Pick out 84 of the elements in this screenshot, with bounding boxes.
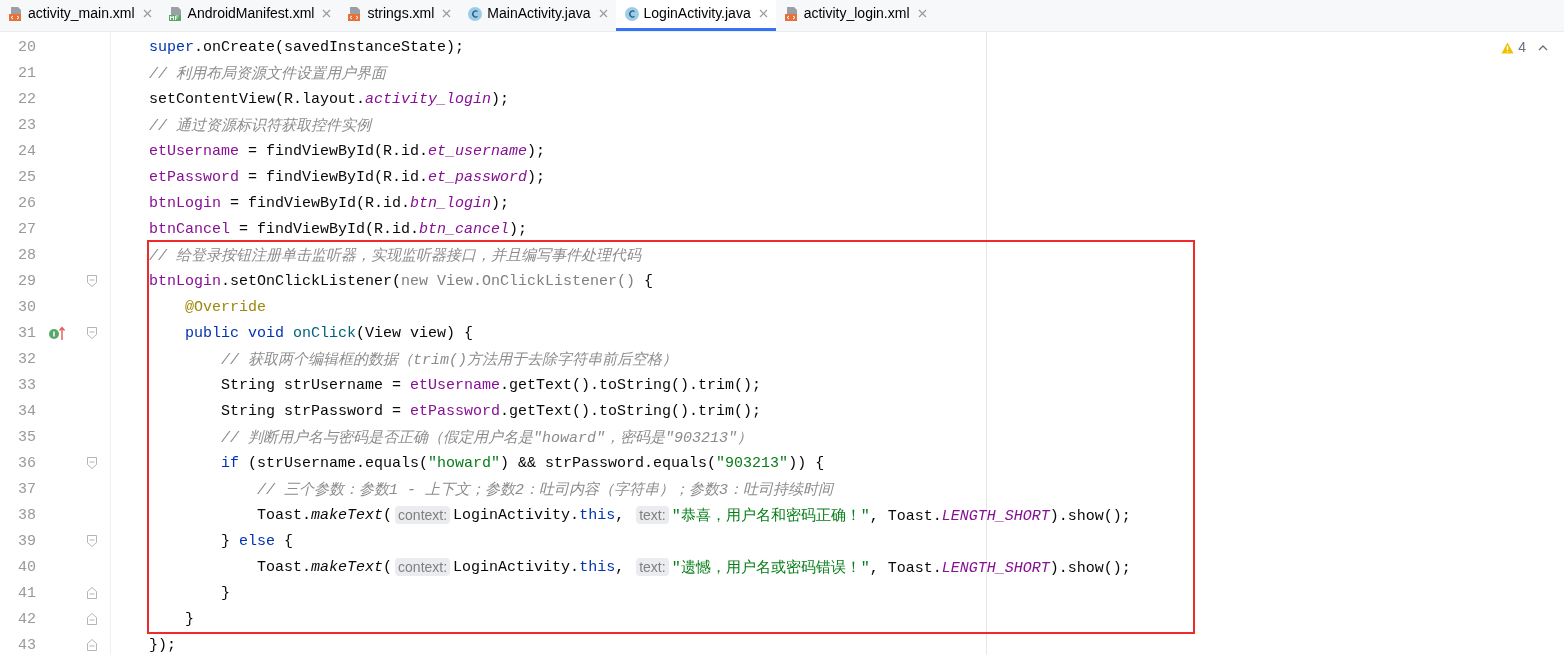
file-icon [8,5,24,22]
line-number: 24 [17,142,36,160]
fold-icon[interactable] [86,612,98,626]
close-icon[interactable] [758,9,768,18]
line-number: 42 [17,610,36,628]
file-tab[interactable]: strings.xml [339,0,460,31]
close-icon[interactable] [917,9,927,18]
warning-count: 4 [1518,38,1526,57]
line-number: 32 [17,350,36,368]
line-number: 30 [17,298,36,316]
class-icon [467,5,484,22]
code-line: Toast.makeText( [256,506,393,524]
line-number: 43 [17,636,36,654]
code-line: // 判断用户名与密码是否正确（假定用户名是"howard"，密码是"903213"） [220,428,753,447]
code-line: // 通过资源标识符获取控件实例 [149,116,371,135]
close-icon[interactable] [598,9,608,18]
code-line: String strUsername = etUsername.getText().toString().trim(); [220,376,762,394]
code-line: btnLogin.setOnClickListener(new View.OnClickListener() { [149,272,654,290]
line-number: 21 [17,64,36,82]
code-line: setContentView(R.layout.activity_login); [149,90,510,108]
line-number: 38 [17,506,36,524]
line-number: 23 [17,116,36,134]
line-number: 36 [17,454,36,472]
code-line: // 获取两个编辑框的数据（trim()方法用于去除字符串前后空格） [220,350,678,369]
file-tab[interactable]: LoginActivity.java [615,0,776,31]
line-number: 27 [17,220,36,238]
line-number: 22 [17,90,36,108]
close-icon[interactable] [142,9,152,18]
code-line: public void onClick(View view) { [184,324,474,342]
code-line: etPassword = findViewById(R.id.et_password); [149,168,546,186]
code-line: btnCancel = findViewById(R.id.btn_cancel); [149,220,528,238]
line-number: 37 [17,480,36,498]
line-number: 31 [17,324,36,342]
fold-icon[interactable] [86,534,98,548]
code-line: etUsername = findViewById(R.id.et_username); [149,142,546,160]
code-line: "遗憾，用户名或密码错误！", Toast.LENGTH_SHORT).show(); [671,558,1131,577]
line-number: 40 [17,558,36,576]
override-icon[interactable] [48,325,66,341]
manifest-file-icon [167,5,184,22]
line-number: 33 [17,376,36,394]
parameter-hint: context: [395,558,451,576]
caret-up-icon[interactable] [1538,44,1548,51]
file-tab[interactable]: activity_main.xml [0,0,160,31]
line-number: 29 [17,272,36,290]
fold-icon[interactable] [86,274,98,288]
code-line: LoginActivity.this, [453,558,626,576]
code-line: // 三个参数：参数1 - 上下文；参数2：吐司内容（字符串）；参数3：吐司持续时间 [256,480,834,499]
fold-icon[interactable] [86,638,98,652]
file-tab[interactable]: activity_login.xml [775,0,935,31]
code-line: "恭喜，用户名和密码正确！", Toast.LENGTH_SHORT).show(); [671,506,1131,525]
line-number: 41 [17,584,36,602]
line-number: 34 [17,402,36,420]
code-line: LoginActivity.this, [453,506,626,524]
line-number: 26 [17,194,36,212]
fold-icon[interactable] [86,456,98,470]
class-icon [623,5,640,22]
line-number: 39 [17,532,36,550]
parameter-hint: text: [636,558,669,576]
file-tab[interactable]: MainActivity.java [459,0,616,31]
line-number: 35 [17,428,36,446]
fold-icon[interactable] [86,586,98,600]
code-line: Toast.makeText( [256,558,393,576]
code-line: btnLogin = findViewById(R.id.btn_login); [149,194,510,212]
code-line: // 利用布局资源文件设置用户界面 [149,64,386,83]
close-icon[interactable] [442,9,452,18]
close-icon[interactable] [322,9,332,18]
line-number: 28 [17,246,36,264]
code-line: super.onCreate(savedInstanceState); [149,38,465,56]
parameter-hint: text: [636,506,669,524]
line-number: 25 [17,168,36,186]
file-tab[interactable]: AndroidManifest.xml [159,0,340,31]
line-number: 20 [17,38,36,56]
fold-icon[interactable] [86,326,98,340]
code-line: } else { [220,532,294,550]
code-line: }); [149,636,176,654]
file-icon [783,5,800,22]
code-line: @Override [184,298,267,316]
parameter-hint: context: [395,506,451,524]
code-line: } [184,610,194,628]
code-line: } [220,584,230,602]
warning-icon[interactable] [1501,41,1515,54]
code-line: // 给登录按钮注册单击监听器，实现监听器接口，并且编写事件处理代码 [149,246,641,265]
code-line: String strPassword = etPassword.getText().toString().trim(); [220,402,762,420]
code-line: if (strUsername.equals("howard") && strPassword.equals("903213")) { [220,454,825,472]
